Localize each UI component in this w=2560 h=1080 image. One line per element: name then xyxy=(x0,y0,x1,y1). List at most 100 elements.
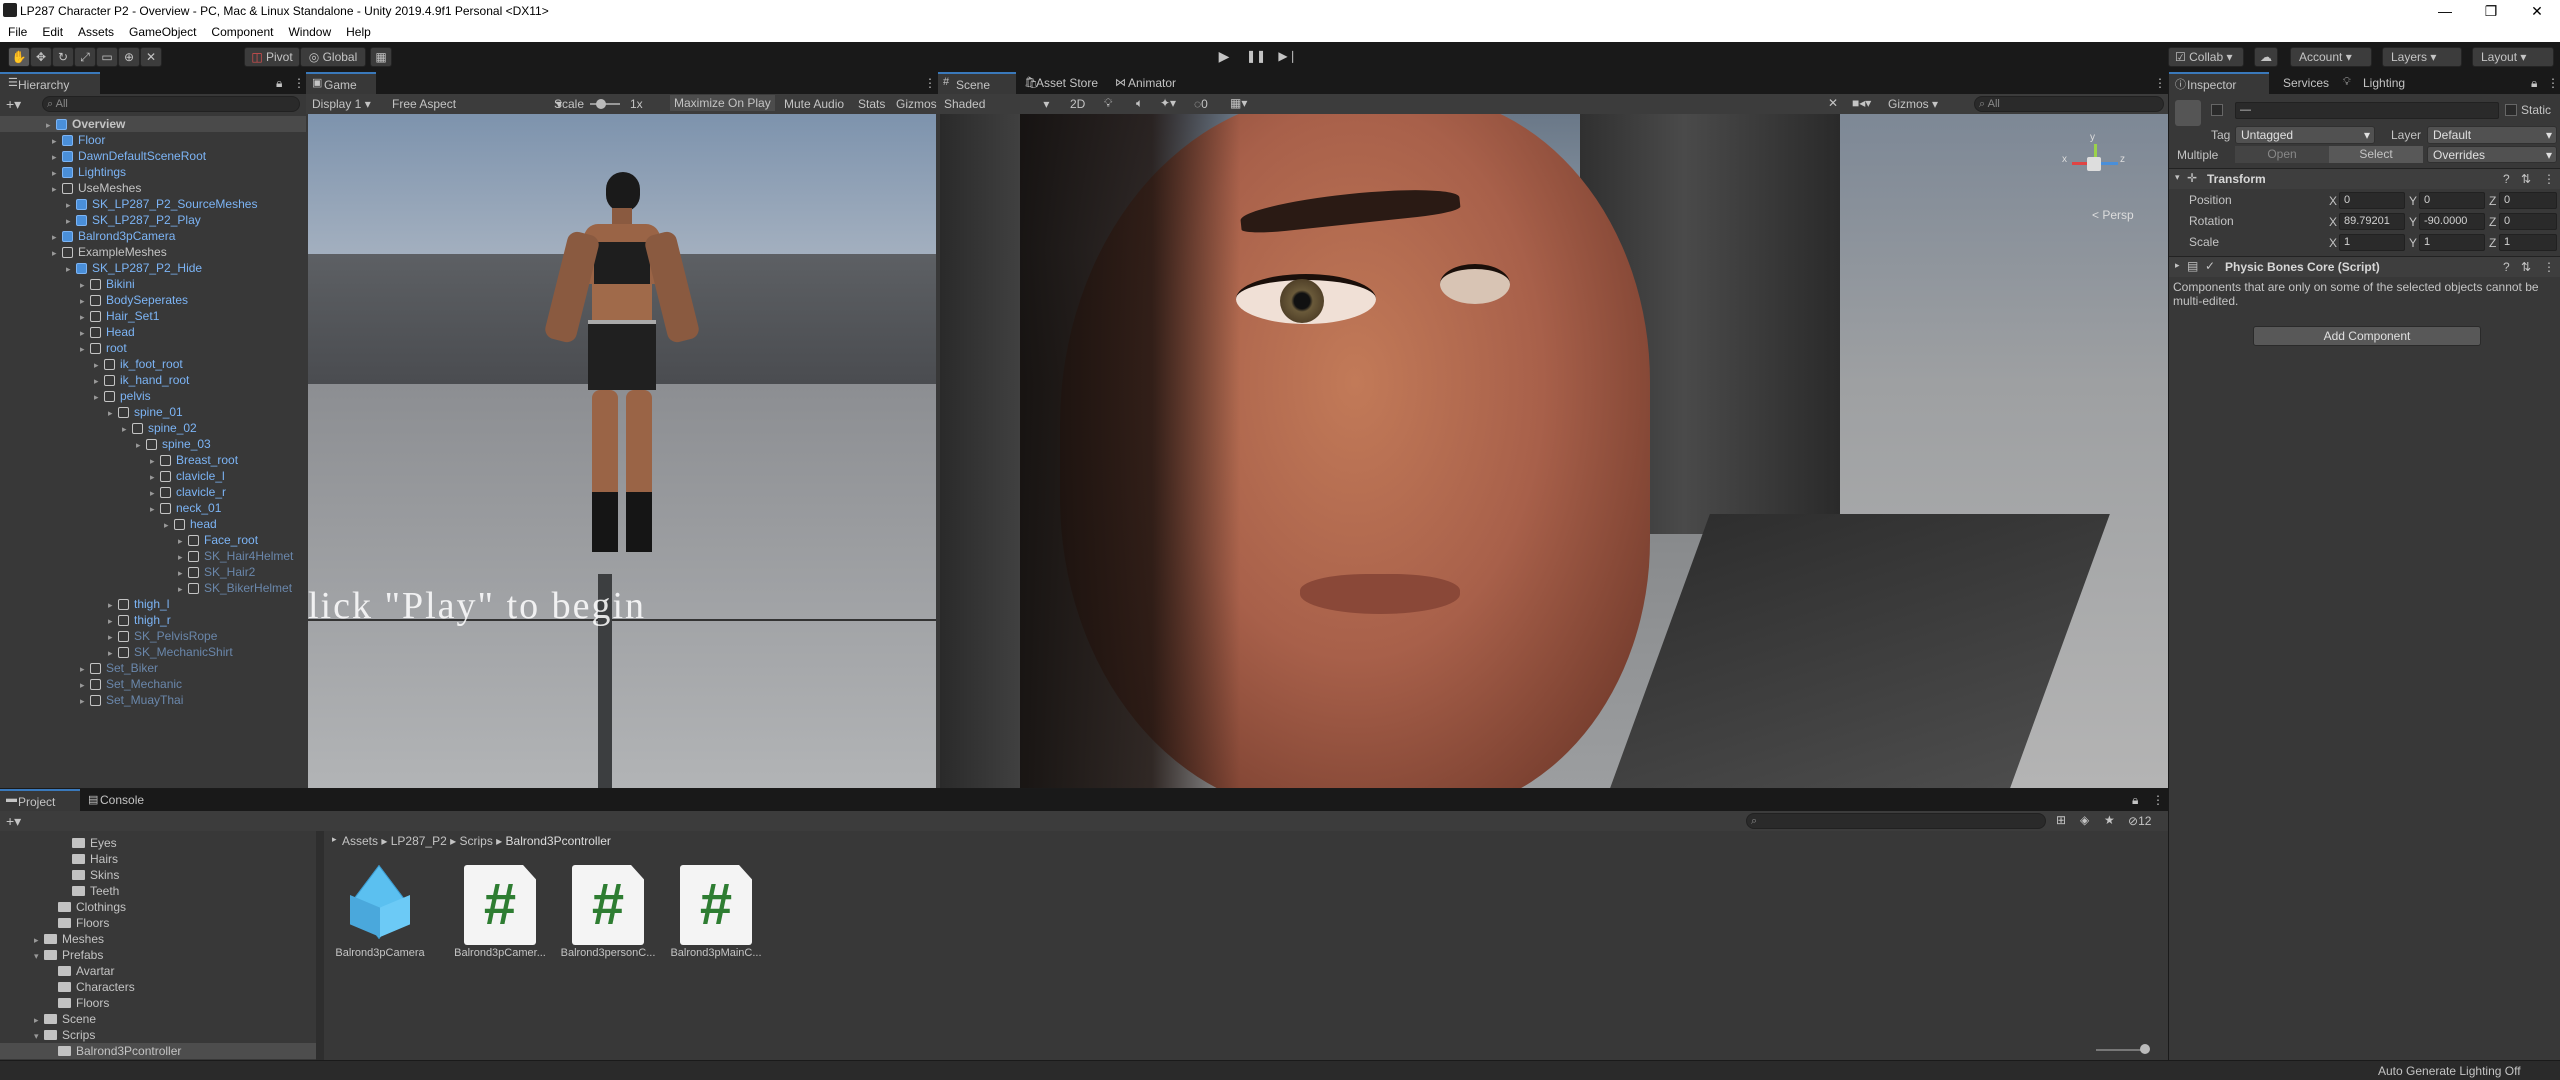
scene-gizmos-dropdown[interactable]: Gizmos ▾ xyxy=(1888,97,1938,111)
hierarchy-row[interactable]: ▸ SK_LP287_P2_Hide xyxy=(0,260,306,276)
hierarchy-row[interactable]: ▸ ExampleMeshes xyxy=(0,244,306,260)
shading-dropdown[interactable]: Shaded ▾ xyxy=(944,97,1049,111)
help-icon[interactable]: ? xyxy=(2503,260,2510,274)
prefab-select-button[interactable]: Select xyxy=(2329,146,2423,163)
snap-icon[interactable]: ▦ xyxy=(370,47,392,67)
rect-tool-icon[interactable]: ▭ xyxy=(96,47,118,67)
tools-icon[interactable]: ✕ xyxy=(1828,96,1838,110)
hierarchy-row[interactable]: ▸ Floor xyxy=(0,132,306,148)
camera-icon[interactable]: ■◂▾ xyxy=(1852,96,1871,110)
move-tool-icon[interactable]: ✥ xyxy=(30,47,52,67)
hierarchy-row[interactable]: ▸ Overview xyxy=(0,116,306,132)
component-menu-icon[interactable]: ⋮ xyxy=(2543,172,2555,186)
hierarchy-row[interactable]: ▸ Lightings xyxy=(0,164,306,180)
foldout-arrow-icon[interactable]: ▸ xyxy=(34,1012,44,1028)
hierarchy-row[interactable]: ▸ thigh_l xyxy=(0,596,306,612)
foldout-arrow-icon[interactable]: ▸ xyxy=(66,197,76,213)
folder-row[interactable]: Floors xyxy=(0,915,316,931)
menu-gameobject[interactable]: GameObject xyxy=(129,25,196,39)
foldout-arrow-icon[interactable]: ▾ xyxy=(34,948,44,964)
icon-size-slider-thumb[interactable] xyxy=(2140,1044,2150,1054)
component-menu-icon[interactable]: ⋮ xyxy=(2543,260,2555,274)
create-plus-icon[interactable]: +▾ xyxy=(6,96,21,113)
add-component-button[interactable]: Add Component xyxy=(2253,326,2481,346)
folder-row[interactable]: Characters xyxy=(0,979,316,995)
hidden-packages-count[interactable]: ⊘12 xyxy=(2128,814,2151,828)
foldout-arrow-icon[interactable]: ▸ xyxy=(178,533,188,549)
filter-type-icon[interactable]: ⊞ xyxy=(2056,813,2066,827)
scene-viewport[interactable]: y x z < Persp xyxy=(940,114,2168,788)
pivot-toggle[interactable]: ◫ Pivot xyxy=(244,47,300,67)
preset-icon[interactable]: ⇅ xyxy=(2521,172,2531,186)
breadcrumb-assets[interactable]: Assets xyxy=(342,834,378,848)
hierarchy-row[interactable]: ▸ Set_Mechanic xyxy=(0,676,306,692)
hierarchy-row[interactable]: ▸ pelvis xyxy=(0,388,306,404)
lock-icon[interactable]: 🔒︎ xyxy=(2531,76,2537,91)
hierarchy-row[interactable]: ▸ Face_root xyxy=(0,532,306,548)
hierarchy-row[interactable]: ▸ Bikini xyxy=(0,276,306,292)
foldout-arrow-icon[interactable]: ▸ xyxy=(66,213,76,229)
tag-dropdown[interactable]: Untagged ▾ xyxy=(2235,126,2375,144)
transform-tool-icon[interactable]: ⊕ xyxy=(118,47,140,67)
folder-row[interactable]: Skins xyxy=(0,867,316,883)
global-toggle[interactable]: ◎ Global xyxy=(300,47,366,67)
foldout-arrow-icon[interactable]: ▸ xyxy=(178,565,188,581)
hierarchy-search-input[interactable]: ⌕ All xyxy=(42,96,300,112)
foldout-arrow-icon[interactable]: ▸ xyxy=(80,341,90,357)
folder-row[interactable]: Eyes xyxy=(0,835,316,851)
hierarchy-row[interactable]: ▸ spine_02 xyxy=(0,420,306,436)
gizmos-toggle[interactable]: Gizmos xyxy=(896,97,937,111)
hierarchy-row[interactable]: ▸ Head xyxy=(0,324,306,340)
prefab-open-button[interactable]: Open xyxy=(2235,146,2329,163)
grid-toggle-icon[interactable]: ▦▾ xyxy=(1230,96,1247,110)
foldout-arrow-icon[interactable]: ▸ xyxy=(52,245,62,261)
hierarchy-row[interactable]: ▸ SK_PelvisRope xyxy=(0,628,306,644)
help-icon[interactable]: ? xyxy=(2503,172,2510,186)
menu-assets[interactable]: Assets xyxy=(78,25,114,39)
foldout-arrow-icon[interactable]: ▸ xyxy=(80,293,90,309)
rotation-z-field[interactable]: 0 xyxy=(2499,213,2557,230)
foldout-arrow-icon[interactable]: ▸ xyxy=(150,469,160,485)
scene-search-input[interactable]: ⌕ All xyxy=(1974,96,2164,112)
asset-item[interactable]: Balrond3pCamera xyxy=(335,864,425,965)
foldout-arrow-icon[interactable]: ▸ xyxy=(122,421,132,437)
hierarchy-row[interactable]: ▸ head xyxy=(0,516,306,532)
create-plus-icon[interactable]: +▾ xyxy=(6,813,21,830)
transform-header[interactable]: ▾ ✛ Transform ? ⇅ ⋮ xyxy=(2169,169,2560,189)
menu-component[interactable]: Component xyxy=(211,25,273,39)
folder-row[interactable]: ▾ Prefabs xyxy=(0,947,316,963)
physic-bones-header[interactable]: ▸ ▤ ✓ Physic Bones Core (Script) ? ⇅ ⋮ xyxy=(2169,257,2560,277)
icon-size-slider[interactable] xyxy=(2096,1049,2144,1051)
folder-row[interactable]: Hairs xyxy=(0,851,316,867)
hierarchy-row[interactable]: ▸ SK_LP287_P2_SourceMeshes xyxy=(0,196,306,212)
rotate-tool-icon[interactable]: ↻ xyxy=(52,47,74,67)
tab-scene[interactable]: Scene xyxy=(938,72,1016,94)
minimize-button[interactable]: — xyxy=(2422,0,2468,22)
foldout-arrow-icon[interactable]: ▸ xyxy=(66,261,76,277)
custom-tool-icon[interactable]: ✕ xyxy=(140,47,162,67)
foldout-arrow-icon[interactable]: ▸ xyxy=(80,677,90,693)
prefab-overrides-dropdown[interactable]: Overrides ▾ xyxy=(2427,146,2557,163)
asset-item[interactable]: # Balrond3personC... xyxy=(561,865,655,965)
hierarchy-row[interactable]: ▸ BodySeperates xyxy=(0,292,306,308)
hand-tool-icon[interactable]: ✋ xyxy=(8,47,30,67)
panel-menu-icon[interactable]: ⋮ xyxy=(293,76,305,90)
folder-row[interactable]: Teeth xyxy=(0,883,316,899)
audio-toggle-icon[interactable]: 🔈︎ xyxy=(1136,96,1143,111)
hierarchy-row[interactable]: ▸ Hair_Set1 xyxy=(0,308,306,324)
aspect-dropdown[interactable]: Free Aspect ▾ xyxy=(392,97,562,111)
hierarchy-row[interactable]: ▸ clavicle_r xyxy=(0,484,306,500)
cloud-icon[interactable]: ☁ xyxy=(2254,47,2278,67)
scale-slider-thumb[interactable] xyxy=(596,99,606,109)
foldout-arrow-icon[interactable]: ▸ xyxy=(108,405,118,421)
hierarchy-row[interactable]: ▸ ik_foot_root xyxy=(0,356,306,372)
stats-toggle[interactable]: Stats xyxy=(858,97,885,111)
rotation-x-field[interactable]: 89.79201 xyxy=(2339,213,2405,230)
hierarchy-row[interactable]: ▸ spine_03 xyxy=(0,436,306,452)
maximize-button[interactable]: ❐ xyxy=(2468,0,2514,22)
layer-dropdown[interactable]: Default ▾ xyxy=(2427,126,2557,144)
breadcrumb-current[interactable]: Balrond3Pcontroller xyxy=(506,834,611,848)
effects-icon[interactable]: ✦▾ xyxy=(1160,96,1176,110)
project-search-input[interactable]: ⌕ xyxy=(1746,813,2046,829)
static-checkbox[interactable] xyxy=(2505,104,2517,116)
